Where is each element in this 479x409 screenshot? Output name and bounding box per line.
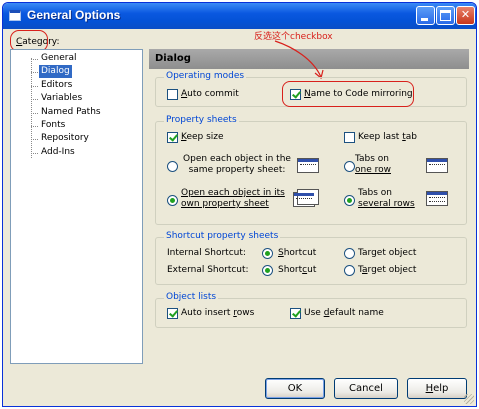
minimize-button[interactable] [416, 6, 435, 25]
external-shortcut-radio[interactable] [262, 265, 273, 276]
auto-commit-label[interactable]: Auto commit [181, 89, 239, 100]
category-item-editors[interactable]: Editors [39, 79, 74, 92]
keep-size-label[interactable]: Keep size [181, 132, 224, 143]
open-own-sheet-radio[interactable] [167, 195, 178, 206]
external-shortcut-option-label[interactable]: Shortcut [278, 265, 316, 276]
category-item-general[interactable]: General [39, 52, 78, 65]
auto-insert-rows-label[interactable]: Auto insert rows [181, 308, 254, 319]
operating-modes-title: Operating modes [164, 71, 247, 81]
tree-connector-tick [31, 139, 38, 141]
category-item-repository[interactable]: Repository [39, 132, 91, 145]
general-options-window: General Options ✕ Category: General Dialo… [2, 2, 477, 407]
category-item-dialog[interactable]: Dialog [39, 65, 72, 79]
object-lists-title: Object lists [164, 292, 219, 302]
title-bar[interactable]: General Options ✕ [3, 3, 476, 29]
auto-commit-checkbox[interactable] [167, 89, 178, 100]
keep-size-checkbox[interactable] [167, 132, 178, 143]
ok-button[interactable]: OK [265, 378, 325, 399]
open-same-sheet-label[interactable]: Open each object in the same property she… [183, 154, 291, 176]
same-sheet-icon [297, 158, 319, 173]
open-own-sheet-label[interactable]: Open each object in its own property shee… [181, 188, 289, 210]
tabs-several-rows-label[interactable]: Tabs on several rows [358, 188, 416, 210]
close-icon: ✕ [460, 8, 471, 21]
keep-last-tab-label[interactable]: Keep last tab [358, 132, 417, 143]
maximize-icon [440, 10, 451, 21]
tabs-one-row-label[interactable]: Tabs on one row [355, 154, 397, 176]
category-tree[interactable]: General Dialog Editors Variables Named Paths… [10, 49, 143, 364]
external-target-object-radio[interactable] [344, 265, 355, 276]
tree-connector-tick [31, 152, 38, 154]
internal-shortcut-label: Internal Shortcut: [167, 248, 246, 258]
own-sheet-icon [293, 189, 319, 207]
auto-insert-rows-checkbox[interactable] [167, 308, 178, 319]
tree-connector-tick [31, 59, 38, 60]
maximize-button[interactable] [436, 6, 455, 25]
window-title: General Options [27, 8, 121, 22]
category-item-named-paths[interactable]: Named Paths [39, 106, 103, 119]
tree-connector-tick [31, 99, 38, 101]
property-sheets-title: Property sheets [164, 115, 239, 125]
help-button[interactable]: Help [407, 378, 467, 399]
app-window-icon [9, 10, 21, 21]
cancel-button[interactable]: Cancel [334, 378, 398, 399]
shortcut-sheets-group: Shortcut property sheets [155, 231, 467, 285]
tree-connector-tick [31, 126, 38, 127]
category-item-variables[interactable]: Variables [39, 92, 84, 105]
section-title: Dialog [155, 53, 191, 64]
category-item-fonts[interactable]: Fonts [39, 119, 67, 132]
several-rows-tabs-icon [426, 191, 448, 206]
tree-connector-tick [31, 112, 38, 114]
name-to-code-mirroring-checkbox[interactable] [290, 89, 301, 100]
internal-shortcut-option-label[interactable]: Shortcut [278, 248, 316, 259]
name-to-code-mirroring-label[interactable]: Name to Code mirroring [304, 89, 413, 100]
category-item-add-ins[interactable]: Add-Ins [39, 146, 77, 159]
keep-last-tab-checkbox[interactable] [344, 132, 355, 143]
use-default-name-checkbox[interactable] [290, 308, 301, 319]
external-target-object-label[interactable]: Target object [358, 265, 416, 276]
minimize-icon [421, 18, 428, 21]
internal-target-object-radio[interactable] [344, 248, 355, 259]
single-row-tabs-icon [426, 158, 448, 173]
resize-grip[interactable] [464, 394, 474, 404]
close-button[interactable]: ✕ [456, 6, 475, 25]
tabs-several-rows-radio[interactable] [344, 195, 355, 206]
internal-shortcut-radio[interactable] [262, 248, 273, 259]
external-shortcut-label: External Shortcut: [167, 265, 249, 275]
tabs-one-row-radio[interactable] [344, 161, 355, 172]
tree-connector-tick [31, 72, 38, 74]
open-same-sheet-radio[interactable] [167, 161, 178, 172]
tree-connector-tick [31, 85, 38, 87]
use-default-name-label[interactable]: Use default name [304, 308, 384, 319]
shortcut-sheets-title: Shortcut property sheets [164, 231, 281, 241]
internal-target-object-label[interactable]: Target object [358, 248, 416, 259]
